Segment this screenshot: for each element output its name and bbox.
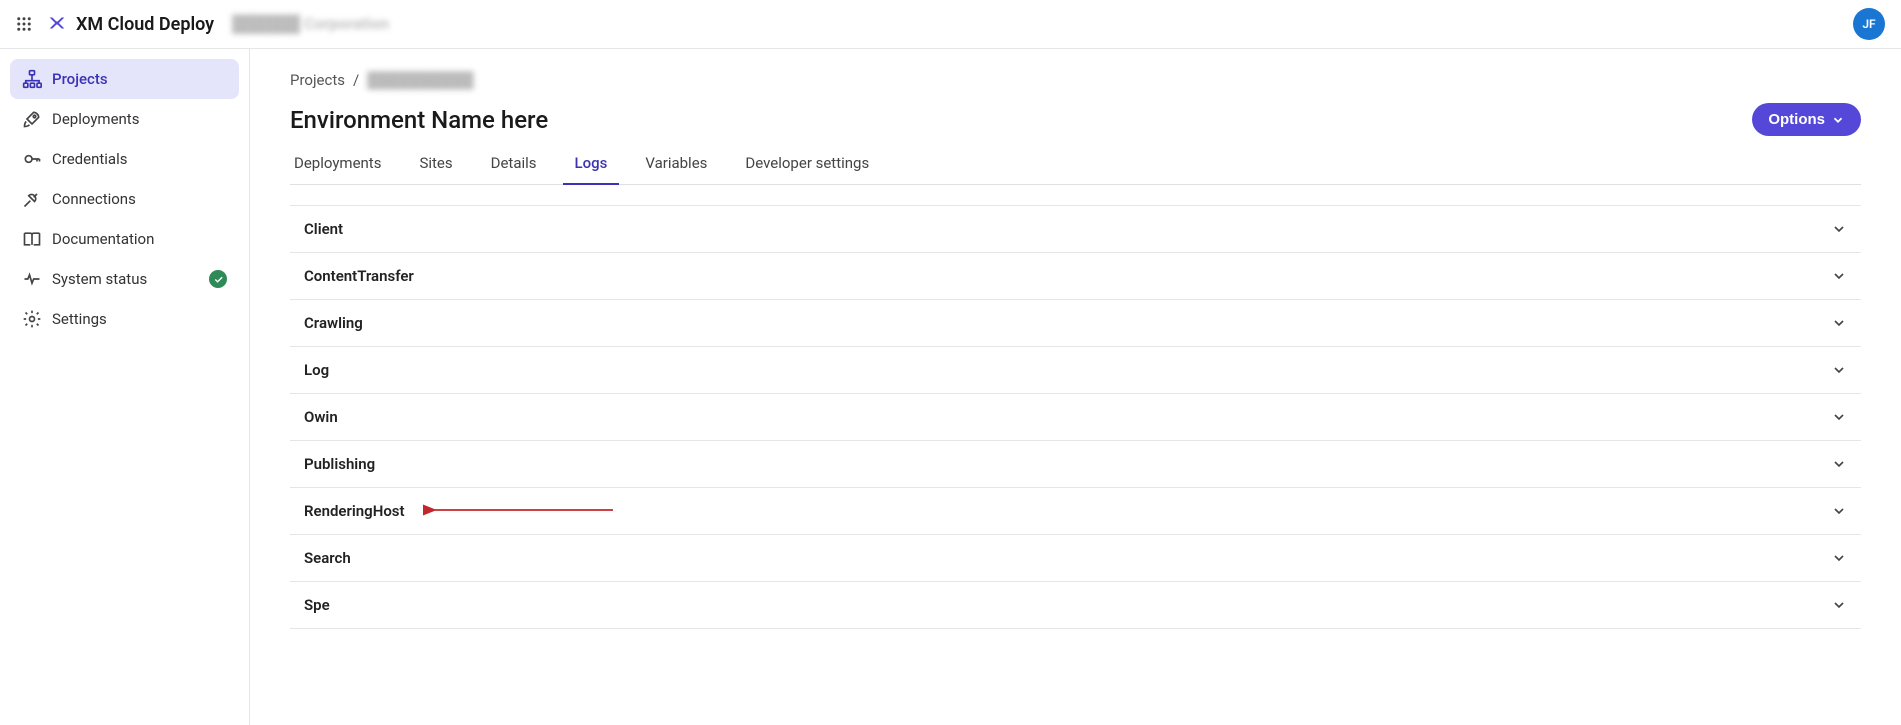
tab-details[interactable]: Details <box>487 144 541 184</box>
log-row-label: RenderingHost <box>304 502 405 520</box>
sidebar-item-label: Deployments <box>52 110 139 128</box>
status-ok-badge <box>209 270 227 288</box>
sidebar-item-connections[interactable]: Connections <box>10 179 239 219</box>
tabs: Deployments Sites Details Logs Variables… <box>290 144 1861 185</box>
rocket-icon <box>22 109 42 129</box>
avatar[interactable]: JF <box>1853 8 1885 40</box>
sidebar-item-settings[interactable]: Settings <box>10 299 239 339</box>
tab-sites[interactable]: Sites <box>415 144 456 184</box>
chevron-down-icon <box>1831 362 1847 378</box>
org-name: ██████ Corporation <box>232 14 389 34</box>
chevron-down-icon <box>1831 503 1847 519</box>
sidebar-item-label: Credentials <box>52 150 127 168</box>
tab-deployments[interactable]: Deployments <box>290 144 385 184</box>
options-button-label: Options <box>1768 111 1825 128</box>
chevron-down-icon <box>1831 409 1847 425</box>
tab-variables[interactable]: Variables <box>641 144 711 184</box>
log-row-crawling[interactable]: Crawling <box>290 300 1861 347</box>
log-row-publishing[interactable]: Publishing <box>290 441 1861 488</box>
breadcrumb-current: ██████████ <box>367 71 473 89</box>
tab-developer-settings[interactable]: Developer settings <box>741 144 873 184</box>
main-content: Projects / ██████████ Environment Name h… <box>250 49 1901 725</box>
annotation-arrow-icon <box>423 503 613 517</box>
sidebar-item-deployments[interactable]: Deployments <box>10 99 239 139</box>
log-row-label: ContentTransfer <box>304 267 414 285</box>
log-row-contenttransfer[interactable]: ContentTransfer <box>290 253 1861 300</box>
heartbeat-icon <box>22 269 42 289</box>
chevron-down-icon <box>1831 597 1847 613</box>
log-row-log[interactable]: Log <box>290 347 1861 394</box>
page-title: Environment Name here <box>290 106 548 134</box>
log-row-label: Client <box>304 220 343 238</box>
chevron-down-icon <box>1831 113 1845 127</box>
sidebar-item-label: Connections <box>52 190 136 208</box>
product-logo-icon <box>46 12 70 36</box>
log-row-label: Spe <box>304 596 330 614</box>
log-row-renderinghost[interactable]: RenderingHost <box>290 488 1861 535</box>
sidebar-item-label: Settings <box>52 310 107 328</box>
sidebar-item-credentials[interactable]: Credentials <box>10 139 239 179</box>
log-row-owin[interactable]: Owin <box>290 394 1861 441</box>
log-row-label: Log <box>304 361 329 379</box>
breadcrumb: Projects / ██████████ <box>290 71 1861 89</box>
breadcrumb-root[interactable]: Projects <box>290 71 345 89</box>
product-name: XM Cloud Deploy <box>76 14 214 35</box>
log-row-label: Publishing <box>304 455 375 473</box>
chevron-down-icon <box>1831 315 1847 331</box>
tab-logs[interactable]: Logs <box>571 144 612 184</box>
topbar: XM Cloud Deploy ██████ Corporation JF <box>0 0 1901 49</box>
options-button[interactable]: Options <box>1752 103 1861 136</box>
sidebar-item-label: Documentation <box>52 230 154 248</box>
log-row-label: Search <box>304 549 351 567</box>
chevron-down-icon <box>1831 550 1847 566</box>
log-row-client[interactable]: Client <box>290 206 1861 253</box>
chevron-down-icon <box>1831 456 1847 472</box>
sidebar-item-projects[interactable]: Projects <box>10 59 239 99</box>
log-row-search[interactable]: Search <box>290 535 1861 582</box>
chevron-down-icon <box>1831 221 1847 237</box>
sidebar-item-label: System status <box>52 270 147 288</box>
gear-icon <box>22 309 42 329</box>
breadcrumb-separator: / <box>353 71 359 89</box>
sidebar: Projects Deployments Credentials Connect… <box>0 49 250 725</box>
sitemap-icon <box>22 69 42 89</box>
sidebar-item-label: Projects <box>52 70 108 88</box>
log-row-spe[interactable]: Spe <box>290 582 1861 629</box>
key-icon <box>22 149 42 169</box>
log-categories-list: Client ContentTransfer Crawling Log Owin… <box>290 205 1861 629</box>
log-row-label: Crawling <box>304 314 363 332</box>
plug-icon <box>22 189 42 209</box>
book-icon <box>22 229 42 249</box>
chevron-down-icon <box>1831 268 1847 284</box>
sidebar-item-documentation[interactable]: Documentation <box>10 219 239 259</box>
apps-grid-icon[interactable] <box>12 12 36 36</box>
sidebar-item-system-status[interactable]: System status <box>10 259 239 299</box>
log-row-label: Owin <box>304 408 338 426</box>
